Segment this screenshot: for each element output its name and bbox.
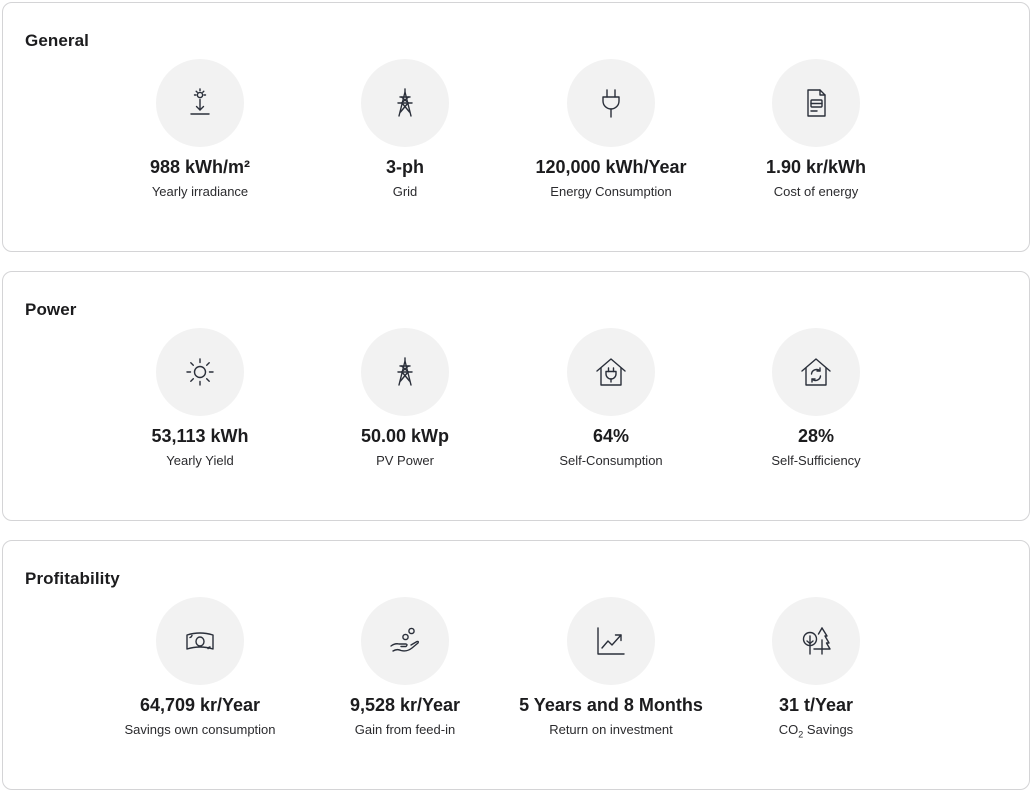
metric-savings-own-consumption: 64,709 kr/Year Savings own consumption [80, 597, 320, 747]
metric-value: 64,709 kr/Year [139, 695, 261, 715]
invoice-icon [807, 89, 826, 117]
metric-gain-from-feed-in: 9,528 kr/Year Gain from feed-in [285, 597, 525, 747]
metric-value: 5 Years and 8 Months [519, 695, 703, 715]
metric-pv-power: 50.00 kWp PV Power [285, 328, 525, 478]
icon-circle [772, 328, 860, 416]
chart-up-icon [597, 627, 625, 655]
metric-value: 1.90 kr/kWh [765, 157, 867, 177]
metric-label: Savings own consumption [124, 722, 276, 737]
metric-label: Self-Consumption [559, 453, 663, 468]
metric-return-on-investment: 5 Years and 8 Months Return on investmen… [491, 597, 731, 747]
house-plug-icon [596, 358, 626, 386]
icon-circle [156, 328, 244, 416]
metric-value: 50.00 kWp [360, 426, 450, 446]
section-title: General [25, 31, 90, 50]
metric-value: 64% [592, 426, 630, 446]
metric-cost-of-energy: 1.90 kr/kWh Cost of energy [696, 59, 936, 209]
hand-coins-icon [390, 627, 420, 652]
icon-circle [361, 59, 449, 147]
trees-icon [802, 627, 831, 655]
metric-label: PV Power [376, 453, 434, 468]
icon-circle [567, 59, 655, 147]
icon-circle [361, 597, 449, 685]
metric-label: Self-Sufficiency [771, 453, 861, 468]
general-card: General 988 kWh/m² Yearly irradiance 3-p… [2, 2, 1030, 252]
power-tower-icon [397, 357, 413, 386]
metric-label: Gain from feed-in [354, 722, 456, 737]
profitability-card: Profitability 64,709 kr/Year Savings own… [2, 540, 1030, 790]
metric-label: Cost of energy [773, 184, 859, 199]
icon-circle [156, 597, 244, 685]
irradiance-icon [190, 88, 210, 115]
metric-value: 53,113 kWh [151, 426, 249, 446]
icon-circle [772, 597, 860, 685]
metric-grid: 3-ph Grid [285, 59, 525, 209]
co2-text: CO [778, 722, 799, 737]
metric-value: 28% [797, 426, 835, 446]
section-title: Profitability [25, 569, 120, 588]
metric-energy-consumption: 120,000 kWh/Year Energy Consumption [491, 59, 731, 209]
savings-text: Savings [803, 722, 854, 737]
house-cycle-icon [801, 358, 831, 386]
metric-label: Grid [392, 184, 418, 199]
metric-value: 988 kWh/m² [149, 157, 251, 177]
plug-icon [602, 89, 620, 118]
metric-co2-savings: 31 t/Year CO2 Savings [696, 597, 936, 747]
icon-circle [772, 59, 860, 147]
icon-circle [567, 597, 655, 685]
metric-label: Yearly irradiance [151, 184, 249, 199]
sun-icon [186, 358, 214, 386]
metric-value: 120,000 kWh/Year [535, 157, 687, 177]
icon-circle [156, 59, 244, 147]
section-title: Power [25, 300, 77, 319]
metric-label: Yearly Yield [166, 453, 234, 468]
metric-yearly-yield: 53,113 kWh Yearly Yield [80, 328, 320, 478]
metric-value: 9,528 kr/Year [349, 695, 461, 715]
metric-self-sufficiency: 28% Self-Sufficiency [696, 328, 936, 478]
metric-yearly-irradiance: 988 kWh/m² Yearly irradiance [80, 59, 320, 209]
metric-value: 31 t/Year [778, 695, 854, 715]
metric-value: 3-ph [386, 157, 424, 177]
banknote-icon [186, 632, 214, 650]
metric-label: Energy Consumption [550, 184, 672, 199]
metric-label: Return on investment [549, 722, 673, 737]
metric-self-consumption: 64% Self-Consumption [491, 328, 731, 478]
metric-label: CO2 Savings [696, 722, 936, 743]
power-card: Power 53,113 kWh Yearly Yield 50.00 kWp … [2, 271, 1030, 521]
power-tower-icon [397, 88, 413, 117]
icon-circle [567, 328, 655, 416]
icon-circle [361, 328, 449, 416]
